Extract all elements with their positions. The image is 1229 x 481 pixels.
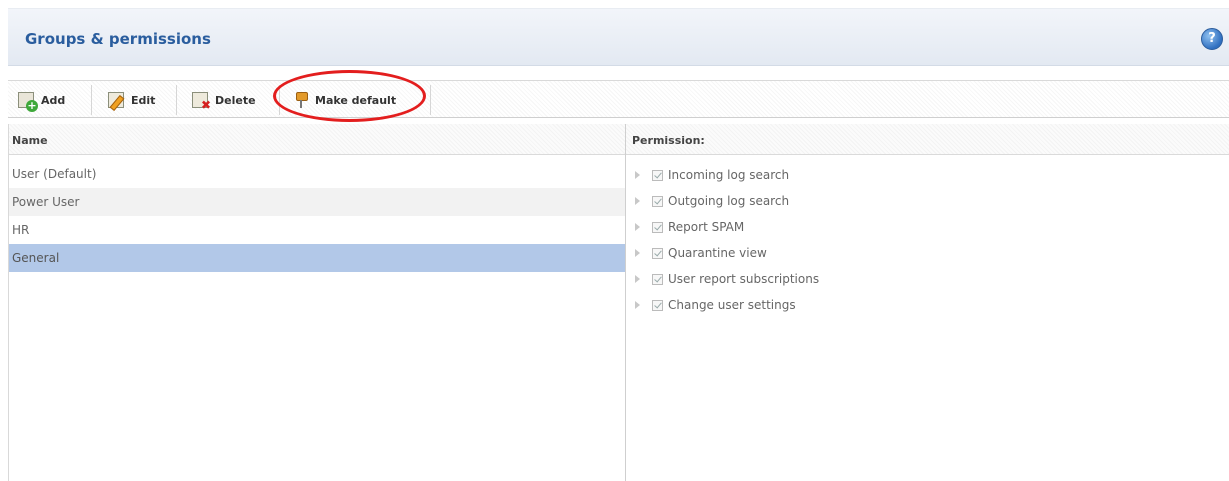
expand-arrow-icon[interactable] (635, 275, 640, 283)
permission-label: Quarantine view (668, 246, 767, 260)
groups-list: User (Default) Power User HR General (9, 155, 625, 272)
help-icon[interactable]: ? (1201, 28, 1223, 50)
expand-arrow-icon[interactable] (635, 249, 640, 257)
delete-icon (192, 92, 211, 111)
permission-label: User report subscriptions (668, 272, 820, 286)
expand-arrow-icon[interactable] (635, 223, 640, 231)
permission-label: Change user settings (668, 298, 796, 312)
toolbar-divider (91, 85, 92, 115)
delete-button[interactable]: Delete (192, 87, 256, 113)
group-row-power-user[interactable]: Power User (9, 188, 625, 216)
permission-item: Quarantine view (626, 240, 1229, 266)
permission-item: User report subscriptions (626, 266, 1229, 292)
group-row-general[interactable]: General (9, 244, 625, 272)
add-icon (18, 92, 38, 112)
checkbox-icon[interactable] (652, 299, 663, 311)
groups-panel: Name User (Default) Power User HR Genera… (8, 124, 626, 481)
checkbox-icon[interactable] (652, 169, 663, 181)
edit-button[interactable]: Edit (108, 87, 155, 113)
toolbar-divider (430, 85, 431, 115)
permission-item: Outgoing log search (626, 188, 1229, 214)
expand-arrow-icon[interactable] (635, 171, 640, 179)
permission-item: Change user settings (626, 292, 1229, 318)
edit-button-label: Edit (131, 93, 156, 107)
permission-column-header: Permission: (626, 124, 1229, 155)
permission-item: Incoming log search (626, 162, 1229, 188)
permission-label: Incoming log search (668, 168, 790, 182)
expand-arrow-icon[interactable] (635, 197, 640, 205)
group-row-hr[interactable]: HR (9, 216, 625, 244)
permission-label: Report SPAM (668, 220, 745, 234)
checkbox-icon[interactable] (652, 221, 663, 233)
page-header: Groups & permissions ? (8, 8, 1229, 66)
checkbox-icon[interactable] (652, 273, 663, 285)
toolbar-divider (176, 85, 177, 115)
permissions-panel: Permission: Incoming log search Outgoing… (626, 124, 1229, 481)
toolbar: Add Edit Delete Make default (8, 80, 1229, 118)
edit-icon (108, 92, 124, 108)
permissions-tree: Incoming log search Outgoing log search … (626, 155, 1229, 318)
permission-item: Report SPAM (626, 214, 1229, 240)
add-button-label: Add (41, 93, 66, 107)
name-column-header[interactable]: Name (9, 124, 625, 155)
page-title: Groups & permissions (25, 30, 211, 48)
checkbox-icon[interactable] (652, 247, 663, 259)
highlight-circle (273, 70, 426, 122)
checkbox-icon[interactable] (652, 195, 663, 207)
group-row-user-default[interactable]: User (Default) (9, 160, 625, 188)
add-button[interactable]: Add (18, 87, 65, 113)
permission-label: Outgoing log search (668, 194, 790, 208)
expand-arrow-icon[interactable] (635, 301, 640, 309)
delete-button-label: Delete (215, 93, 256, 107)
